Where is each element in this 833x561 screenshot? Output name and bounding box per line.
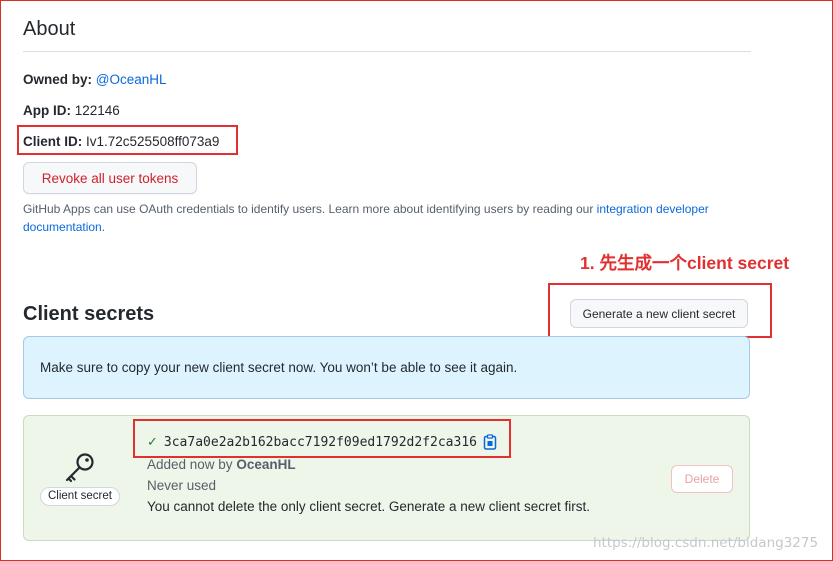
oauth-note-text: GitHub Apps can use OAuth credentials to… [23,202,597,216]
added-by-user: OceanHL [236,457,296,472]
secret-added-by: Added now by OceanHL [147,457,296,472]
step-annotation: 1. 先生成一个client secret [580,253,790,273]
oauth-note-end: . [101,220,106,234]
client-secrets-heading: Client secrets [23,303,155,325]
owner-link[interactable]: @OceanHL [96,72,167,87]
copy-secret-flash: Make sure to copy your new client secret… [23,336,750,399]
delete-secret-button[interactable]: Delete [671,465,733,493]
generate-secret-highlight-box [548,283,772,338]
secret-delete-warning: You cannot delete the only client secret… [147,499,591,514]
secret-highlight-box [133,419,511,458]
added-prefix: Added now by [147,457,237,472]
secret-usage: Never used [147,478,217,493]
revoke-tokens-button[interactable]: Revoke all user tokens [23,162,197,194]
app-id-value: 122146 [74,103,120,118]
owned-by-row: Owned by: @OceanHL [23,72,167,87]
watermark: https://blog.csdn.net/bidang3275 [593,535,819,551]
app-id-row: App ID: 122146 [23,103,120,118]
about-divider [23,51,751,52]
app-id-label: App ID: [23,103,71,118]
client-id-highlight-box [17,125,238,155]
oauth-note: GitHub Apps can use OAuth credentials to… [23,200,743,236]
owned-by-label: Owned by: [23,72,93,87]
about-heading: About [23,18,76,40]
key-icon [65,453,94,483]
client-secret-label: Client secret [40,487,120,506]
